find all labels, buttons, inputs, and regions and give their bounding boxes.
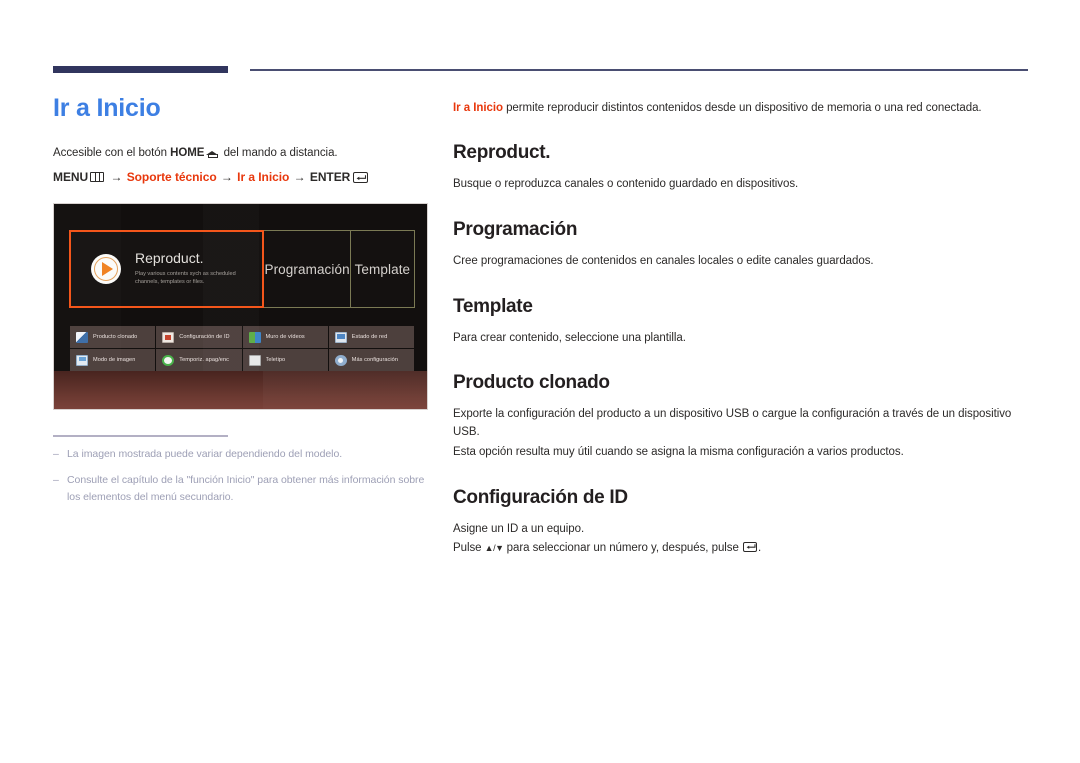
footnote-item: – La imagen mostrada puede variar depend… <box>53 446 433 463</box>
tv-submenu-item-temporizador[interactable]: Temporiz. apag/enc <box>156 349 242 371</box>
enter-label: ENTER <box>309 170 351 185</box>
tv-submenu-item-muro-de-videos[interactable]: Muro de vídeos <box>242 326 328 348</box>
section-body-template: Para crear contenido, seleccione una pla… <box>453 331 686 344</box>
footnote-separator <box>53 435 228 437</box>
page-title: Ir a Inicio <box>53 94 161 122</box>
path-arrow-3: → <box>293 170 306 185</box>
tv-tile-programacion[interactable]: Programación <box>263 230 351 308</box>
header-rule <box>53 66 1028 76</box>
on-off-timer-icon <box>162 354 175 366</box>
tv-submenu-label: Teletipo <box>265 357 286 363</box>
menu-path-item-ir-a-inicio: Ir a Inicio <box>237 170 290 185</box>
section-body-programacion: Cree programaciones de contenidos en can… <box>453 254 874 267</box>
tv-tile-reproduct-text: Reproduct. Play various contents sych as… <box>135 250 259 287</box>
up-down-arrow-icon: ▲/▼ <box>484 543 504 554</box>
section-body-reproduct: Busque o reproduzca canales o contenido … <box>453 178 799 191</box>
home-icon <box>206 148 219 158</box>
footnote-text: Consulte el capítulo de la "función Inic… <box>67 473 425 503</box>
tv-submenu-label: Muro de vídeos <box>265 334 305 340</box>
section-press-instruction: Pulse ▲/▼ para seleccionar un número y, … <box>453 540 1028 558</box>
tv-tile-reproduct-subtitle: Play various contents sych as scheduled … <box>135 270 236 286</box>
tv-main-tiles: Reproduct. Play various contents sych as… <box>69 230 415 308</box>
menu-path-item-soporte-tecnico: Soporte técnico <box>126 170 217 185</box>
left-column: Ir a Inicio Accesible con el botón HOME … <box>53 94 433 184</box>
press-mid: para seleccionar un número y, después, p… <box>503 542 742 555</box>
section-heading-configuracion-de-id: Configuración de ID <box>453 486 628 508</box>
press-suffix: . <box>758 542 762 555</box>
section-body-producto-clonado-1: Exporte la configuración del producto a … <box>453 408 1012 439</box>
tv-tile-template[interactable]: Template <box>349 230 415 308</box>
menu-path: MENU → Soporte técnico → Ir a Inicio → E… <box>53 170 433 184</box>
menu-label: MENU <box>53 170 89 185</box>
tv-submenu-item-teletipo[interactable]: Teletipo <box>242 349 328 371</box>
tv-submenu-label: Estado de red <box>351 334 388 340</box>
section-heading-programacion: Programación <box>453 218 578 240</box>
ticker-icon <box>248 354 261 366</box>
header-thin-line <box>250 69 1028 71</box>
tv-submenu-label: Más configuración <box>351 357 398 363</box>
play-icon-ring <box>94 256 118 281</box>
tv-home-screen-screenshot: Reproduct. Play various contents sych as… <box>53 203 428 410</box>
footnote-list: – La imagen mostrada puede variar depend… <box>53 446 433 514</box>
footnote-text: La imagen mostrada puede variar dependie… <box>67 448 343 460</box>
section-heading-producto-clonado: Producto clonado <box>453 372 610 394</box>
footnote-dash: – <box>53 473 59 486</box>
tv-submenu-item-producto-clonado[interactable]: Producto clonado <box>70 326 156 348</box>
tv-submenu-item-modo-de-imagen[interactable]: Modo de imagen <box>70 349 156 371</box>
tv-submenu-item-mas-configuracion[interactable]: Más configuración <box>328 349 414 371</box>
tv-tile-template-label: Template <box>354 261 411 277</box>
right-column: Ir a Inicio permite reproducir distintos… <box>453 100 1028 584</box>
tv-submenu-label: Configuración de ID <box>179 334 230 340</box>
tv-tile-reproduct-content: Reproduct. Play various contents sych as… <box>71 250 259 287</box>
section-body-configuracion-de-id: Asigne un ID a un equipo. <box>453 522 585 535</box>
tv-tile-programacion-label: Programación <box>264 261 350 277</box>
header-accent-bar <box>53 66 228 73</box>
tv-submenu-item-configuracion-de-id[interactable]: Configuración de ID <box>156 326 242 348</box>
path-arrow-2: → <box>220 170 233 185</box>
enter-key-icon <box>743 542 757 553</box>
tv-submenu-grid: Producto clonado Configuración de ID Mur… <box>70 326 414 371</box>
home-button-label: HOME <box>170 146 205 159</box>
id-settings-icon <box>162 331 175 343</box>
tv-submenu-label: Modo de imagen <box>93 357 136 363</box>
clone-product-icon <box>76 331 88 343</box>
tv-tile-reproduct-label: Reproduct. <box>135 250 204 267</box>
tv-tile-reproduct[interactable]: Reproduct. Play various contents sych as… <box>69 230 265 308</box>
access-prefix-text: Accesible con el botón <box>53 146 171 159</box>
network-status-icon <box>334 331 347 343</box>
menu-icon <box>90 172 105 183</box>
access-suffix-text: del mando a distancia. <box>220 146 338 159</box>
more-settings-icon <box>334 354 347 366</box>
play-icon <box>91 253 121 284</box>
section-body-producto-clonado-2: Esta opción resulta muy útil cuando se a… <box>453 445 904 458</box>
footnote-dash: – <box>53 448 59 460</box>
video-wall-icon <box>248 331 261 343</box>
intro-paragraph: Ir a Inicio permite reproducir distintos… <box>453 100 1028 117</box>
tv-submenu-label: Producto clonado <box>93 334 138 340</box>
section-heading-template: Template <box>453 295 533 317</box>
intro-accent-term: Ir a Inicio <box>453 102 503 114</box>
section-heading-reproduct: Reproduct. <box>453 142 551 164</box>
press-prefix: Pulse <box>453 542 485 555</box>
enter-key-icon <box>353 172 369 184</box>
path-arrow-1: → <box>110 170 123 185</box>
footnote-item: – Consulte el capítulo de la "función In… <box>53 472 433 506</box>
tv-submenu-item-estado-de-red[interactable]: Estado de red <box>328 326 414 348</box>
access-instruction: Accesible con el botón HOME del mando a … <box>53 145 433 162</box>
tv-footer-strip <box>54 371 427 409</box>
intro-rest-text: permite reproducir distintos contenidos … <box>502 102 982 114</box>
picture-mode-icon <box>76 354 88 366</box>
tv-submenu-label: Temporiz. apag/enc <box>179 357 229 363</box>
